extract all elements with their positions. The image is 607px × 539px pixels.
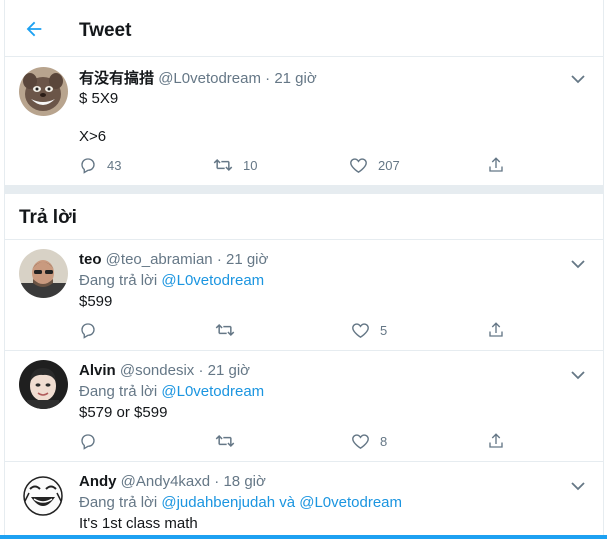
retweet-icon <box>215 321 235 339</box>
reply-to-conjunction: và <box>279 494 296 511</box>
like-icon <box>349 156 368 174</box>
back-arrow-icon[interactable] <box>23 18 45 40</box>
tweet-text: $579 or $599 <box>79 404 168 421</box>
chevron-down-icon[interactable] <box>571 367 585 380</box>
replies-heading: Trả lời <box>19 207 77 228</box>
retweet-icon <box>213 156 233 174</box>
share-button[interactable] <box>487 320 505 340</box>
like-icon <box>351 432 370 450</box>
reply-to-link[interactable]: @L0vetodream <box>161 272 264 289</box>
tweet-header-line: Alvin @sondesix · 21 giờ <box>79 362 250 379</box>
tweet-text-line-2: X>6 <box>79 128 107 145</box>
separator-dot: · <box>216 251 222 268</box>
reply-context: Đang trả lời @judahbenjudah và @L0vetodr… <box>79 494 402 511</box>
like-button[interactable]: 8 <box>351 431 387 451</box>
replying-to-label: Đang trả lời <box>79 383 158 400</box>
reply-button[interactable]: 43 <box>79 155 121 175</box>
share-button[interactable] <box>487 155 505 175</box>
reply-button[interactable] <box>79 320 97 340</box>
retweet-icon <box>215 432 235 450</box>
separator-dot: · <box>198 362 204 379</box>
share-icon <box>487 432 505 450</box>
tweet-header-line: Andy @Andy4kaxd · 18 giờ <box>79 473 266 490</box>
section-separator <box>5 185 603 194</box>
page-title: Tweet <box>79 20 132 41</box>
retweet-count: 10 <box>243 157 258 173</box>
display-name[interactable]: Andy <box>79 473 117 490</box>
replying-to-label: Đang trả lời <box>79 494 158 511</box>
tweet-time[interactable]: 21 giờ <box>208 362 250 379</box>
reply-icon <box>79 321 97 339</box>
user-handle[interactable]: @sondesix <box>120 362 194 379</box>
avatar[interactable] <box>19 249 68 298</box>
reply-context: Đang trả lời @L0vetodream <box>79 272 264 289</box>
avatar[interactable] <box>19 360 68 409</box>
chevron-down-icon[interactable] <box>571 478 585 491</box>
tweet-text: $599 <box>79 293 113 310</box>
bottom-accent-bar <box>0 535 607 539</box>
like-count: 5 <box>380 322 388 338</box>
chevron-down-icon[interactable] <box>571 256 585 269</box>
tweet-actions: 43 10 207 <box>79 155 519 175</box>
tweet-text: It's 1st class math <box>79 515 198 532</box>
like-count: 8 <box>380 433 388 449</box>
reply-to-link[interactable]: @judahbenjudah <box>161 494 275 511</box>
separator-dot: · <box>214 473 220 490</box>
main-tweet[interactable]: 有没有搞措 @L0vetodream · 21 giờ $ 5X9 X>6 43… <box>5 57 603 185</box>
share-icon <box>487 321 505 339</box>
tweet-actions: 5 <box>79 320 519 340</box>
reply-context: Đang trả lời @L0vetodream <box>79 383 264 400</box>
retweet-button[interactable] <box>215 431 235 451</box>
reply-to-link[interactable]: @L0vetodream <box>161 383 264 400</box>
separator-dot: · <box>265 70 271 87</box>
tweet-header-line: 有没有搞措 @L0vetodream · 21 giờ <box>79 67 317 88</box>
avatar[interactable] <box>19 471 68 520</box>
like-icon <box>351 321 370 339</box>
user-handle[interactable]: @Andy4kaxd <box>121 473 210 490</box>
page-header: Tweet <box>5 0 603 57</box>
tweet-text-line-1: $ 5X9 <box>79 90 119 107</box>
avatar[interactable] <box>19 67 68 116</box>
reply-button[interactable] <box>79 431 97 451</box>
reply-icon <box>79 156 97 174</box>
replying-to-label: Đang trả lời <box>79 272 158 289</box>
like-count: 207 <box>378 157 400 173</box>
tweet-actions: 8 <box>79 431 519 451</box>
tweet-time[interactable]: 21 giờ <box>274 70 316 87</box>
user-handle[interactable]: @teo_abramian <box>106 251 213 268</box>
display-name[interactable]: teo <box>79 251 102 268</box>
tweet-time[interactable]: 21 giờ <box>226 251 268 268</box>
share-button[interactable] <box>487 431 505 451</box>
reply-to-link[interactable]: @L0vetodream <box>299 494 402 511</box>
display-name[interactable]: 有没有搞措 <box>79 70 154 87</box>
reply-count: 43 <box>107 157 122 173</box>
reply-tweet[interactable]: teo @teo_abramian · 21 giờ Đang trả lời … <box>5 240 603 350</box>
tweet-page: Tweet 有没有搞措 @L0vetodream · 21 giờ $ 5X9 … <box>4 0 604 539</box>
user-handle[interactable]: @L0vetodream <box>158 70 261 87</box>
retweet-button[interactable] <box>215 320 235 340</box>
like-button[interactable]: 5 <box>351 320 387 340</box>
display-name[interactable]: Alvin <box>79 362 116 379</box>
reply-icon <box>79 432 97 450</box>
reply-tweet[interactable]: Alvin @sondesix · 21 giờ Đang trả lời @L… <box>5 351 603 461</box>
tweet-header-line: teo @teo_abramian · 21 giờ <box>79 251 268 268</box>
chevron-down-icon[interactable] <box>571 71 585 84</box>
reply-tweet[interactable]: Andy @Andy4kaxd · 18 giờ Đang trả lời @j… <box>5 462 603 535</box>
retweet-button[interactable]: 10 <box>213 155 257 175</box>
share-icon <box>487 156 505 174</box>
tweet-time[interactable]: 18 giờ <box>223 473 265 490</box>
like-button[interactable]: 207 <box>349 155 400 175</box>
